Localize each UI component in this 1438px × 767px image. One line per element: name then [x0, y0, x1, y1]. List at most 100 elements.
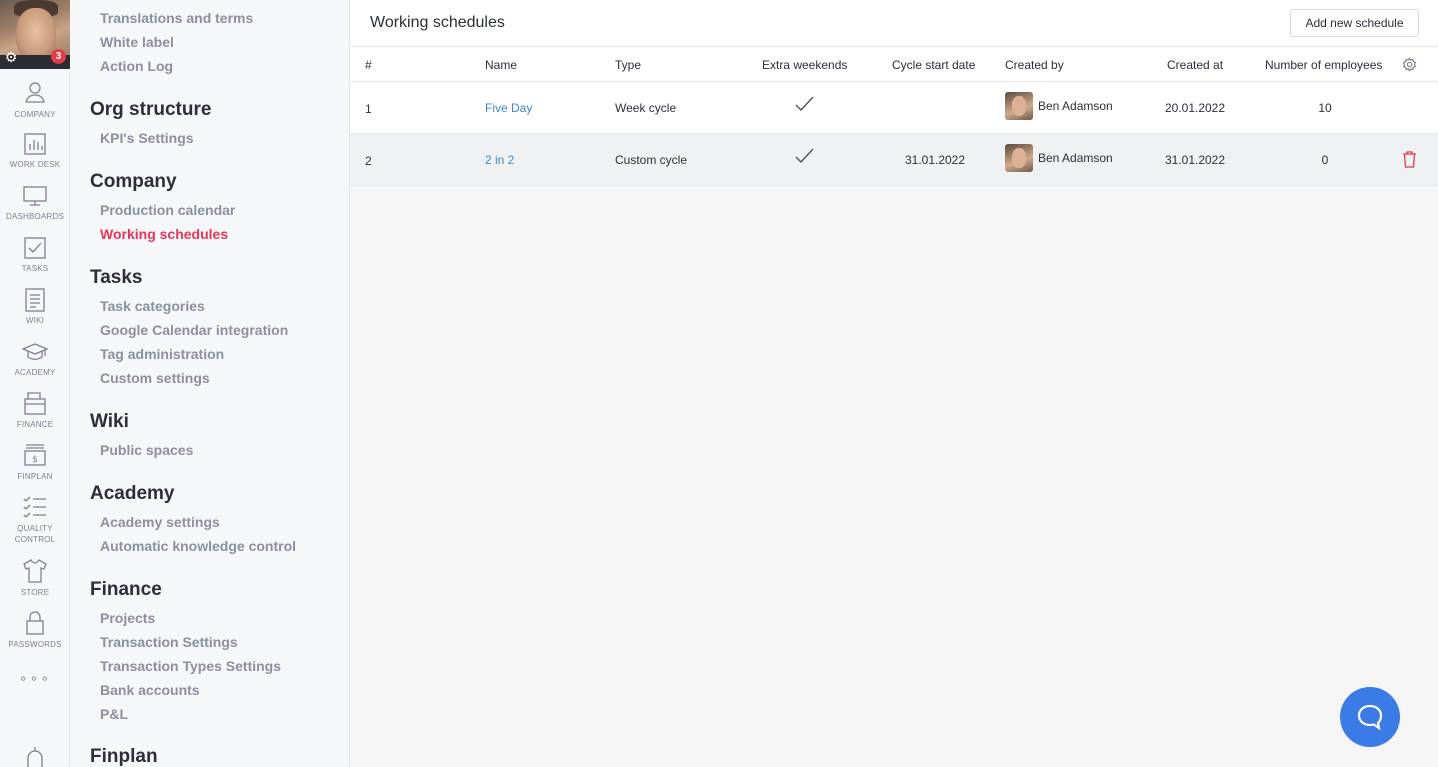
rail-label: FINANCE [16, 420, 54, 429]
rail-item-workdesk[interactable]: WORK DESK [0, 132, 70, 170]
rail-label: WORK DESK [9, 160, 61, 169]
page-header: Working schedules Add new schedule [350, 0, 1438, 47]
sidebar-link-custom-settings[interactable]: Custom settings [100, 370, 210, 386]
rail-label: WIKI [25, 316, 45, 325]
rail-item-wiki[interactable]: WIKI [0, 288, 70, 326]
sidebar-link-google-calendar[interactable]: Google Calendar integration [100, 322, 288, 338]
rail-item-finance[interactable]: FINANCE [0, 390, 70, 430]
cell-name-link[interactable]: 2 in 2 [485, 153, 514, 167]
sidebar-link-transaction-types[interactable]: Transaction Types Settings [100, 658, 281, 674]
wallet-icon [24, 392, 46, 415]
sidebar-link-white-label[interactable]: White label [100, 34, 174, 50]
section-finance: Finance [90, 579, 162, 600]
sidebar-link-kpi-settings[interactable]: KPI's Settings [100, 130, 194, 146]
rail-label: PASSWORDS [8, 640, 62, 649]
cell-type: Custom cycle [615, 153, 688, 167]
workdesk-icon [24, 133, 46, 155]
app-window: ⚙ 3 COMPANY WORK DESK DASHBOARDS TASKS W… [0, 0, 1438, 767]
monitor-icon [23, 186, 47, 206]
sidebar-link-academy-settings[interactable]: Academy settings [100, 514, 220, 530]
cell-number: 2 [365, 154, 372, 168]
add-new-schedule-button[interactable]: Add new schedule [1290, 9, 1419, 37]
rail-label: STORE [20, 588, 50, 597]
rail-item-company[interactable]: COMPANY [0, 80, 70, 120]
table-row[interactable]: 2 2 in 2 Custom cycle 31.01.2022 Ben Ada… [350, 134, 1438, 186]
sidebar-link-working-schedules[interactable]: Working schedules [100, 226, 228, 242]
sidebar-link-transaction-settings[interactable]: Transaction Settings [100, 634, 238, 650]
cell-created-at: 31.01.2022 [1164, 153, 1226, 167]
creator-avatar [1005, 92, 1033, 120]
rail-label-line2: CONTROL [14, 535, 56, 544]
column-header-created-at[interactable]: Created at [1167, 58, 1223, 72]
column-header-created-by[interactable]: Created by [1005, 58, 1064, 72]
section-wiki: Wiki [90, 411, 129, 432]
checklist-icon [23, 496, 46, 518]
chat-bubble-icon [1357, 704, 1383, 731]
sidebar-link-public-spaces[interactable]: Public spaces [100, 442, 193, 458]
rail-label: ACADEMY [14, 368, 56, 377]
rail-label: QUALITY [17, 524, 53, 533]
money-icon: $ [24, 444, 46, 466]
section-tasks: Tasks [90, 267, 143, 288]
sidebar-link-action-log[interactable]: Action Log [100, 58, 173, 74]
notification-badge: 3 [51, 49, 66, 64]
graduation-cap-icon [22, 343, 48, 360]
sidebar-link-bank-accounts[interactable]: Bank accounts [100, 682, 200, 698]
chat-support-button[interactable] [1340, 687, 1400, 747]
checkmark-icon [795, 148, 814, 163]
cell-created-by: Ben Adamson [1038, 151, 1113, 165]
column-header-number[interactable]: # [365, 58, 372, 72]
sidebar-link-translations[interactable]: Translations and terms [100, 10, 253, 26]
sidebar-link-task-categories[interactable]: Task categories [100, 298, 205, 314]
user-avatar[interactable]: ⚙ 3 [0, 0, 70, 69]
column-header-name[interactable]: Name [485, 58, 517, 72]
cell-name-link[interactable]: Five Day [485, 101, 532, 115]
rail-item-quality-control[interactable]: QUALITY CONTROL [0, 494, 70, 545]
rail-item-finplan[interactable]: $ FINPLAN [0, 442, 70, 482]
rail-item-dashboards[interactable]: DASHBOARDS [0, 184, 70, 222]
sidebar-link-production-calendar[interactable]: Production calendar [100, 202, 235, 218]
document-icon [25, 288, 45, 312]
svg-text:$: $ [32, 455, 38, 465]
column-header-cycle-start[interactable]: Cycle start date [892, 58, 975, 72]
sidebar-link-knowledge-control[interactable]: Automatic knowledge control [100, 538, 296, 554]
cell-number: 1 [365, 102, 372, 116]
delete-trash-icon[interactable] [1402, 151, 1417, 168]
column-settings-gear-icon[interactable] [1402, 57, 1417, 72]
table-header: # Name Type Extra weekends Cycle start d… [350, 47, 1438, 82]
cell-employees: 0 [1321, 153, 1329, 167]
cell-created-at: 20.01.2022 [1164, 101, 1226, 115]
column-header-employees[interactable]: Number of employees [1265, 58, 1382, 72]
section-academy: Academy [90, 483, 175, 504]
settings-gear-icon[interactable]: ⚙ [3, 49, 19, 65]
section-finplan: Finplan [90, 746, 158, 767]
cell-cycle-start: 31.01.2022 [904, 153, 966, 167]
rail-item-store[interactable]: STORE [0, 558, 70, 598]
sidebar-link-pnl[interactable]: P&L [100, 706, 128, 722]
rail-label: FINPLAN [17, 472, 53, 481]
settings-sidebar: Translations and terms White label Actio… [70, 0, 350, 767]
column-header-extra-weekends[interactable]: Extra weekends [762, 58, 847, 72]
rail-item-academy[interactable]: ACADEMY [0, 340, 70, 378]
checkmark-icon [795, 96, 814, 111]
rail-item-tasks[interactable]: TASKS [0, 236, 70, 274]
page-title: Working schedules [370, 14, 505, 31]
rail-label: COMPANY [14, 110, 56, 119]
section-org-structure: Org structure [90, 99, 212, 120]
rail-item-passwords[interactable]: PASSWORDS [0, 610, 70, 650]
lock-icon [26, 611, 44, 635]
section-company: Company [90, 171, 177, 192]
rail-label: DASHBOARDS [5, 212, 64, 221]
checkbox-icon [24, 237, 46, 259]
bell-icon[interactable] [24, 746, 46, 767]
sidebar-link-projects[interactable]: Projects [100, 610, 155, 626]
more-icon[interactable]: ∘∘∘ [0, 670, 70, 687]
main-content: Working schedules Add new schedule # Nam… [350, 0, 1438, 767]
creator-avatar [1005, 144, 1033, 172]
table-row[interactable]: 1 Five Day Week cycle Ben Adamson 20.01.… [350, 82, 1438, 134]
rail-label: TASKS [21, 264, 49, 273]
cell-type: Week cycle [615, 101, 677, 115]
sidebar-link-tag-administration[interactable]: Tag administration [100, 346, 224, 362]
column-header-type[interactable]: Type [615, 58, 641, 72]
cell-created-by: Ben Adamson [1038, 99, 1113, 113]
